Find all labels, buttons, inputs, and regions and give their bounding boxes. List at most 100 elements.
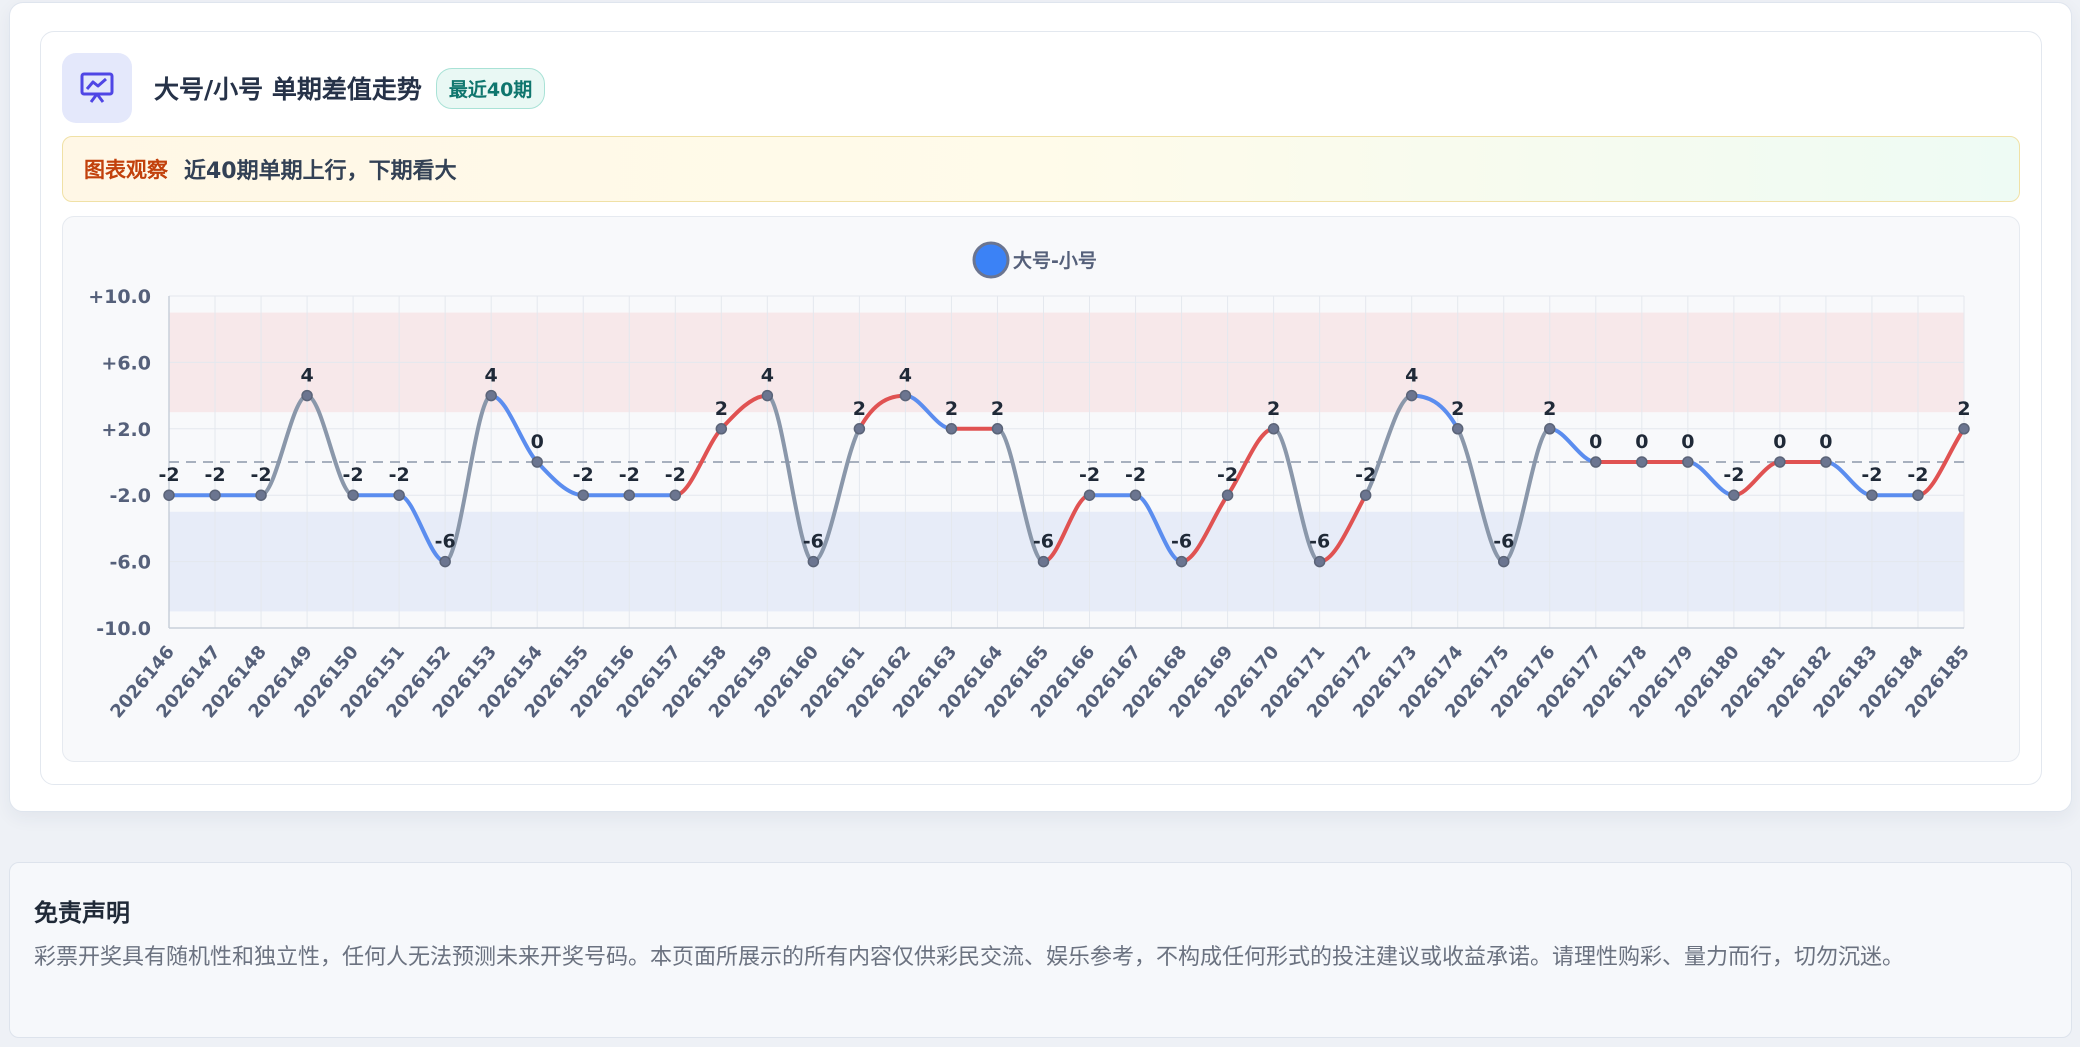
observation-label: 图表观察	[84, 158, 168, 182]
data-label: 2	[1267, 398, 1280, 420]
data-label: -6	[1171, 531, 1192, 553]
data-point	[1820, 456, 1832, 468]
data-point	[853, 423, 866, 435]
data-point	[1912, 489, 1924, 501]
data-label: -2	[1079, 464, 1100, 486]
data-point	[1129, 489, 1142, 501]
data-point	[301, 389, 313, 402]
data-label: 0	[1589, 431, 1602, 453]
data-point	[1682, 456, 1694, 468]
line-chart: +10.0+6.0+2.0-2.0-6.0-10.0-22026146-2202…	[88, 241, 1974, 722]
data-label: 0	[1681, 431, 1694, 453]
data-label: 2	[715, 398, 728, 420]
data-point	[1636, 456, 1648, 468]
data-label: -2	[1907, 464, 1928, 486]
data-label: -2	[343, 464, 364, 486]
data-label: 2	[945, 398, 958, 420]
y-tick-label: +10.0	[88, 286, 151, 308]
data-label: -2	[389, 464, 410, 486]
data-point	[761, 389, 774, 402]
data-label: -2	[573, 464, 594, 486]
data-point	[1221, 489, 1234, 501]
period-badge: 最近40期	[435, 67, 546, 109]
data-point	[531, 456, 543, 468]
data-label: -2	[1355, 464, 1376, 486]
data-label: 2	[1451, 398, 1464, 420]
data-label: 0	[1819, 431, 1832, 453]
data-label: 2	[1543, 398, 1556, 420]
data-point	[807, 555, 820, 568]
data-point	[209, 489, 221, 501]
data-point	[715, 423, 728, 435]
data-point	[945, 423, 958, 435]
disclaimer-title: 免责声明	[34, 899, 130, 927]
data-point	[1544, 423, 1556, 435]
data-point	[1083, 489, 1096, 501]
data-point	[163, 489, 175, 501]
data-point	[1958, 423, 1970, 435]
data-label: 2	[1957, 398, 1970, 420]
data-label: -2	[619, 464, 640, 486]
data-point	[485, 389, 497, 402]
data-label: -2	[204, 464, 225, 486]
data-point	[439, 555, 451, 568]
y-tick-label: +2.0	[101, 419, 151, 441]
legend-marker	[972, 241, 1010, 279]
observation-banner: 图表观察 近40期单期上行，下期看大	[62, 136, 2020, 202]
data-label: 4	[899, 365, 912, 387]
data-point	[1359, 489, 1372, 501]
data-label: 4	[1405, 365, 1418, 387]
data-label: -2	[1723, 464, 1744, 486]
data-label: -2	[250, 464, 271, 486]
chart-panel: +10.0 +6.0 +2.0 -2.0 -6.0 -10.0 -2 2026146 -2 202…	[62, 216, 2020, 762]
card-header: 大号/小号 单期差值走势 最近40期	[62, 53, 546, 123]
data-point	[1175, 555, 1188, 568]
data-label: 4	[761, 365, 774, 387]
data-point	[1728, 489, 1740, 501]
presentation-chart-icon	[62, 53, 132, 123]
y-tick-label: -2.0	[109, 485, 151, 507]
data-label: 0	[1635, 431, 1648, 453]
disclaimer-section: 免责声明 彩票开奖具有随机性和独立性，任何人无法预测未来开奖号码。本页面所展示的…	[9, 862, 2072, 1038]
data-label: 4	[300, 365, 313, 387]
data-label: 0	[531, 431, 544, 453]
data-point	[899, 389, 912, 402]
data-label: -2	[665, 464, 686, 486]
data-label: -6	[435, 531, 456, 553]
data-point	[1267, 423, 1280, 435]
data-point	[1451, 423, 1464, 435]
data-label: -2	[1125, 464, 1146, 486]
y-tick-label: +6.0	[101, 352, 151, 374]
data-point	[623, 489, 636, 501]
data-point	[577, 489, 589, 501]
data-label: -6	[1309, 531, 1330, 553]
data-point	[347, 489, 359, 501]
y-tick-label: -10.0	[96, 618, 151, 640]
disclaimer-text: 彩票开奖具有随机性和独立性，任何人无法预测未来开奖号码。本页面所展示的所有内容仅…	[34, 945, 1905, 970]
data-point	[669, 489, 682, 501]
data-point	[255, 489, 267, 501]
data-point	[1866, 489, 1878, 501]
data-label: 4	[485, 365, 498, 387]
data-label: -2	[158, 464, 179, 486]
data-point	[1497, 555, 1510, 568]
data-label: -2	[1861, 464, 1882, 486]
data-label: -2	[1217, 464, 1238, 486]
data-point	[1405, 389, 1418, 402]
data-label: -6	[803, 531, 824, 553]
data-label: 0	[1773, 431, 1786, 453]
legend-label: 大号-小号	[1013, 249, 1097, 272]
observation-text: 近40期单期上行，下期看大	[184, 159, 457, 184]
data-label: -6	[1493, 531, 1514, 553]
data-label: 2	[991, 398, 1004, 420]
chart-card: 大号/小号 单期差值走势 最近40期 图表观察 近40期单期上行，下期看大 +1…	[40, 31, 2042, 785]
trend-card: 大号/小号 单期差值走势 最近40期 图表观察 近40期单期上行，下期看大 +1…	[9, 2, 2072, 812]
data-label: -6	[1033, 531, 1054, 553]
y-tick-label: -6.0	[109, 552, 151, 574]
data-point	[1590, 456, 1602, 468]
data-point	[1313, 555, 1326, 568]
data-point	[393, 489, 405, 501]
data-point	[991, 423, 1004, 435]
data-label: 2	[853, 398, 866, 420]
chart-title: 大号/小号 单期差值走势	[154, 75, 422, 104]
